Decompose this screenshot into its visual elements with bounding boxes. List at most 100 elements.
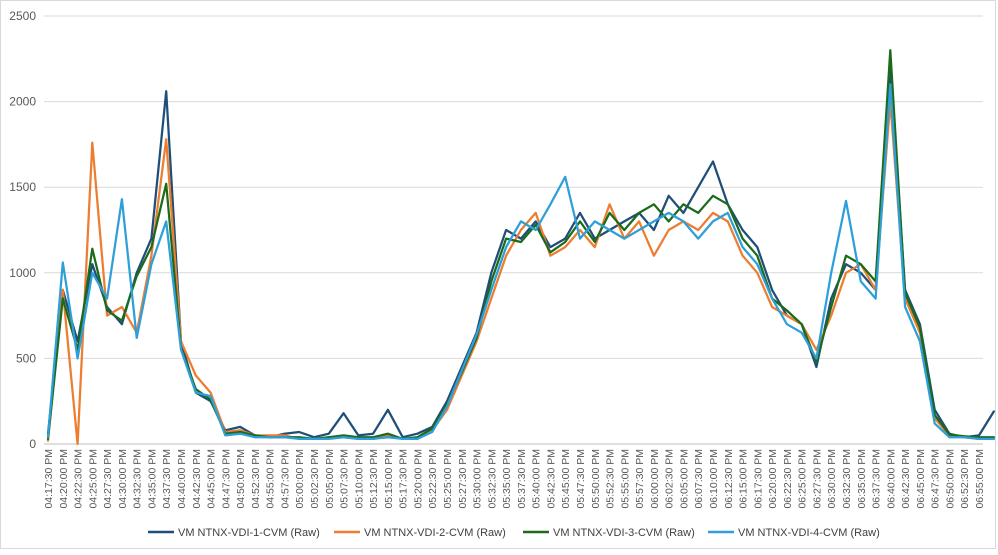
data-point [298, 431, 301, 433]
data-point [91, 141, 94, 144]
x-tick-label: 05:27:30 PM [457, 449, 469, 509]
data-point [918, 340, 921, 343]
data-point [386, 408, 389, 411]
data-point [874, 297, 877, 300]
x-tick-label: 05:17:30 PM [398, 449, 410, 509]
x-tick-label: 06:07:30 PM [693, 449, 705, 509]
data-point [76, 443, 79, 445]
data-point [815, 357, 818, 360]
data-point [165, 90, 168, 93]
data-point [505, 246, 508, 249]
x-tick-label: 06:45:00 PM [915, 449, 927, 509]
data-point [771, 289, 774, 291]
x-tick-label: 04:57:30 PM [279, 449, 291, 509]
legend-label: VM NTNX-VDI-3-CVM (Raw) [553, 527, 695, 539]
data-point [756, 246, 759, 249]
y-tick-label: 1000 [9, 266, 36, 280]
data-point [416, 432, 419, 435]
x-axis-tick-labels: 04:17:30 PM 04:20:00 PM 04:22:30 PM 04:25:0… [43, 449, 986, 509]
data-point [150, 254, 153, 257]
data-point [534, 223, 537, 226]
data-point [771, 297, 774, 300]
data-point [150, 246, 153, 249]
data-point [800, 331, 803, 334]
data-point [623, 229, 626, 231]
data-point [342, 436, 345, 439]
data-point [638, 229, 641, 231]
data-point [372, 437, 375, 440]
x-tick-label: 05:37:30 PM [516, 449, 528, 509]
data-point [845, 199, 847, 202]
data-point [845, 263, 847, 266]
data-point [165, 220, 168, 223]
x-tick-label: 05:02:30 PM [309, 449, 321, 509]
data-point [992, 410, 995, 413]
data-point [667, 194, 670, 197]
data-point [741, 254, 744, 257]
data-point [135, 275, 138, 278]
data-point [534, 211, 537, 214]
data-point [505, 237, 508, 240]
data-point [327, 432, 330, 435]
data-point [652, 229, 655, 231]
data-point [106, 309, 109, 312]
x-tick-label: 06:40:00 PM [885, 449, 897, 509]
x-tick-label: 04:22:30 PM [73, 449, 85, 509]
x-tick-label: 04:27:30 PM [102, 449, 114, 509]
legend: VM NTNX-VDI-1-CVM (Raw) VM NTNX-VDI-2-CVM… [148, 527, 880, 539]
data-point [519, 220, 522, 223]
data-point [830, 314, 833, 317]
x-tick-label: 06:02:30 PM [664, 449, 676, 509]
data-point [505, 229, 508, 231]
x-tick-label: 05:57:30 PM [634, 449, 646, 509]
data-point [815, 360, 818, 363]
data-point [785, 309, 788, 312]
data-point [741, 246, 744, 249]
data-point [785, 323, 788, 326]
x-tick-label: 06:42:30 PM [900, 449, 912, 509]
gridlines [44, 15, 983, 445]
data-point [859, 263, 862, 266]
x-tick-label: 06:50:00 PM [944, 449, 956, 509]
x-tick-label: 04:50:00 PM [235, 449, 247, 509]
x-tick-label: 05:50:00 PM [590, 449, 602, 509]
data-point [106, 297, 109, 300]
data-point [386, 432, 389, 435]
data-point [327, 437, 330, 440]
data-point [120, 319, 123, 322]
legend-label: VM NTNX-VDI-4-CVM (Raw) [738, 527, 880, 539]
data-point [150, 263, 153, 266]
x-tick-label: 06:17:30 PM [752, 449, 764, 509]
data-point [667, 220, 670, 223]
data-point [490, 280, 493, 283]
data-point [579, 211, 581, 214]
data-point [401, 437, 404, 440]
data-point [490, 289, 493, 291]
x-tick-label: 06:27:30 PM [811, 449, 823, 509]
data-point [239, 425, 242, 428]
data-point [933, 422, 936, 425]
data-point [431, 431, 434, 433]
x-tick-label: 05:40:00 PM [531, 449, 543, 509]
data-point [859, 280, 862, 283]
series-line-1 [46, 66, 995, 439]
data-point [165, 182, 168, 185]
data-point [682, 203, 685, 206]
data-point [741, 229, 744, 231]
data-point [712, 194, 714, 197]
data-point [76, 357, 79, 360]
data-point [948, 436, 951, 439]
data-point [61, 261, 64, 264]
x-tick-label: 05:25:00 PM [442, 449, 454, 509]
data-point [490, 271, 493, 274]
legend-label: VM NTNX-VDI-1-CVM (Raw) [178, 527, 320, 539]
data-point [579, 229, 581, 231]
x-tick-label: 04:30:00 PM [117, 449, 129, 509]
data-point [194, 391, 197, 394]
x-tick-label: 05:42:30 PM [545, 449, 557, 509]
legend-label: VM NTNX-VDI-2-CVM (Raw) [364, 527, 506, 539]
x-tick-label: 06:10:00 PM [708, 449, 720, 509]
data-point [815, 366, 818, 368]
x-tick-label: 05:30:00 PM [472, 449, 484, 509]
data-point [342, 434, 345, 437]
